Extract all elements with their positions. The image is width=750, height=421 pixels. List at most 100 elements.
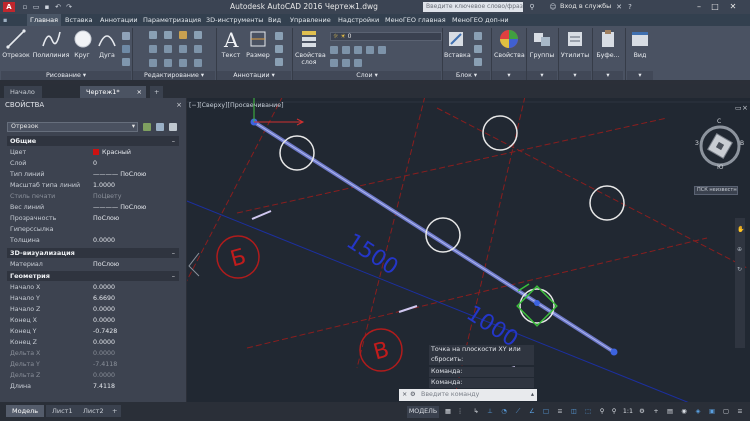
property-row[interactable]: Тип линий ———— ПоСлою [7, 169, 179, 180]
layer-tool-icon[interactable] [354, 46, 362, 54]
block-tool-icon[interactable] [474, 45, 482, 53]
infer-icon[interactable]: ↳ [471, 406, 481, 418]
fillet-icon[interactable] [179, 45, 187, 53]
annotation-panel-label[interactable]: Аннотации ▾ [217, 71, 291, 80]
property-row[interactable]: Стиль печати ПоЦвету [7, 191, 179, 202]
tab-addins[interactable]: Надстройки [338, 14, 379, 26]
mirror-icon[interactable] [164, 45, 172, 53]
modify-tool-icon[interactable] [194, 45, 202, 53]
tab-layout1[interactable]: Лист1 [46, 405, 79, 417]
property-row[interactable]: Конец Z 0.0000 [7, 337, 179, 348]
utilities-button[interactable]: Утилиты [560, 28, 590, 59]
circle-button[interactable]: Круг [72, 28, 92, 59]
draw-tool-icon[interactable] [122, 58, 130, 66]
app-logo-icon[interactable]: A [3, 2, 15, 12]
annotation-tool-icon[interactable] [275, 58, 283, 66]
clipboard-panel-dropdown[interactable]: ▾ [593, 71, 623, 80]
viewcube-north[interactable]: С [717, 118, 721, 125]
model-space-button[interactable]: МОДЕЛЬ [407, 406, 439, 418]
tab-menogeo-main[interactable]: МеноГЕО главная [385, 14, 446, 26]
tab-parametric[interactable]: Параметризация [143, 14, 201, 26]
selection-cycling-icon[interactable]: ⬚ [583, 406, 593, 418]
command-input[interactable]: × ⚙ Введите команду ▴ [399, 389, 537, 401]
polyline-button[interactable]: Полилиния [32, 28, 70, 59]
block-panel-label[interactable]: Блок ▾ [443, 71, 490, 80]
property-row[interactable]: Толщина 0.0000 [7, 235, 179, 246]
tab-annotate[interactable]: Аннотации [100, 14, 138, 26]
viewcube-east[interactable]: В [740, 140, 744, 147]
select-objects-icon[interactable] [156, 123, 164, 131]
tab-home[interactable]: Главная [27, 14, 62, 26]
properties-panel-dropdown[interactable]: ▾ [492, 71, 526, 80]
stretch-icon[interactable] [149, 59, 157, 67]
current-layer-dropdown[interactable]: ☼ ☀ 0 [330, 32, 442, 41]
grip-mid[interactable] [534, 300, 540, 306]
draw-tool-icon[interactable] [122, 45, 130, 53]
modify-panel-label[interactable]: Редактирование ▾ [133, 71, 215, 80]
object-type-dropdown[interactable]: Отрезок ▾ [7, 122, 138, 132]
block-tool-icon[interactable] [474, 58, 482, 66]
property-row[interactable]: Цвет Красный [7, 147, 179, 158]
layer-tool-icon[interactable] [354, 59, 362, 67]
section-general[interactable]: Общие – [7, 136, 179, 146]
property-row[interactable]: Конец Y -0.7428 [7, 326, 179, 337]
isolate-icon[interactable]: ◈ [693, 406, 703, 418]
property-row[interactable]: Прозрачность ПоСлою [7, 213, 179, 224]
layer-tool-icon[interactable] [378, 46, 386, 54]
text-button[interactable]: A Текст [220, 28, 242, 59]
customization-icon[interactable]: ≡ [735, 406, 745, 418]
tab-3d-tools[interactable]: 3D-инструменты [206, 14, 263, 26]
layer-properties-button[interactable]: Свойства слоя [295, 28, 326, 66]
annotation-monitor-icon[interactable]: + [651, 406, 661, 418]
draw-tool-icon[interactable] [122, 32, 130, 40]
property-row[interactable]: Начало Y 6.6690 [7, 293, 179, 304]
quick-select-icon[interactable] [169, 123, 177, 131]
property-row[interactable]: Дельта Z 0.0000 [7, 370, 179, 381]
viewport-close-icon[interactable]: × [742, 104, 748, 112]
annotation-tool-icon[interactable] [275, 32, 283, 40]
annotation-tool-icon[interactable] [275, 45, 283, 53]
add-layout-button[interactable]: + [108, 405, 122, 417]
minimize-button[interactable]: – [692, 1, 706, 13]
grid-icon[interactable]: ▦ [443, 406, 453, 418]
undo-icon[interactable]: ↶ [53, 2, 63, 12]
ribbon-menu-icon[interactable]: ▪ [3, 14, 11, 26]
isodraft-icon[interactable]: ⟋ [513, 406, 523, 418]
property-row[interactable]: Начало X 0.0000 [7, 282, 179, 293]
layer-tool-icon[interactable] [330, 46, 338, 54]
layer-tool-icon[interactable] [330, 59, 338, 67]
clean-screen-icon[interactable]: ▢ [721, 406, 731, 418]
viewport-restore-icon[interactable]: ▭ [735, 104, 742, 112]
hardware-acceleration-icon[interactable]: ▣ [707, 406, 717, 418]
maximize-button[interactable]: □ [708, 1, 722, 13]
tab-drawing1[interactable]: Чертеж1* × [80, 86, 146, 98]
rotate-icon[interactable] [164, 31, 172, 39]
scale-icon[interactable] [164, 59, 172, 67]
navigation-bar[interactable]: ✋ ⊕ ↻ [735, 218, 745, 348]
transparency-icon[interactable]: ◫ [569, 406, 579, 418]
palette-close-icon[interactable]: × [176, 101, 182, 109]
annotation-visibility-icon[interactable]: ⚲ [597, 406, 607, 418]
property-row[interactable]: Вес линий ———— ПоСлою [7, 202, 179, 213]
zoom-icon[interactable]: ⊕ [737, 246, 742, 253]
view-button[interactable]: Вид [628, 28, 652, 59]
property-row[interactable]: Слой 0 [7, 158, 179, 169]
layer-tool-icon[interactable] [342, 46, 350, 54]
redo-icon[interactable]: ↷ [64, 2, 74, 12]
property-row[interactable]: Начало Z 0.0000 [7, 304, 179, 315]
arc-button[interactable]: Дуга [96, 28, 118, 59]
tab-manage[interactable]: Управление [290, 14, 331, 26]
line-button[interactable]: Отрезок [2, 28, 30, 59]
orbit-icon[interactable]: ↻ [737, 266, 742, 273]
user-icon[interactable]: ☺ [548, 2, 558, 12]
autoscale-icon[interactable]: ⚲ [609, 406, 619, 418]
tab-model[interactable]: Модель [6, 405, 45, 417]
search-input[interactable]: Введите ключевое слово/фразу [423, 2, 523, 12]
command-close-icon[interactable]: × [402, 389, 407, 401]
pan-icon[interactable]: ✋ [737, 226, 744, 233]
annotation-scale[interactable]: 1:1 [621, 406, 635, 418]
viewcube[interactable]: С Ю З В [695, 118, 745, 171]
tab-view[interactable]: Вид [268, 14, 281, 26]
groups-button[interactable]: Группы [528, 28, 556, 59]
toggle-pickadd-icon[interactable] [143, 123, 151, 131]
